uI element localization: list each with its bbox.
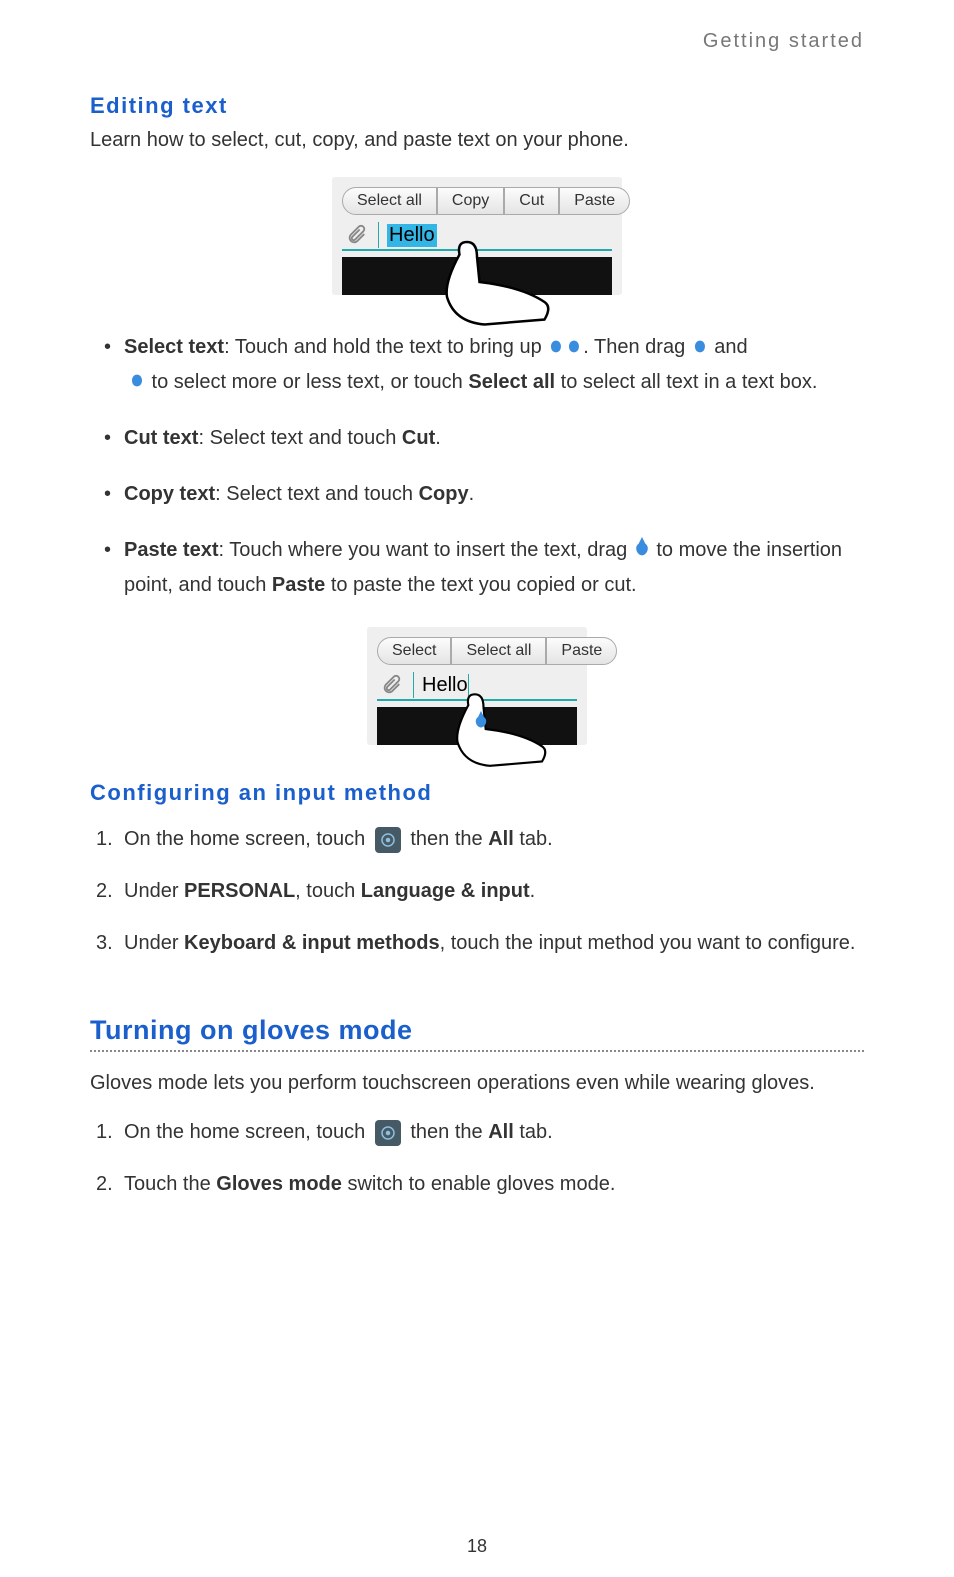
page-number: 18 (0, 1536, 954, 1557)
insertion-handle-icon (473, 711, 489, 734)
bullet-copy-text: Copy text: Select text and touch Copy. (90, 477, 864, 511)
selection-handle-left-icon (691, 331, 709, 365)
bullet-cut-text: Cut text: Select text and touch Cut. (90, 421, 864, 455)
running-header: Getting started (90, 30, 864, 53)
config-step-1: On the home screen, touch then the All t… (90, 822, 864, 856)
gloves-step-2: Touch the Gloves mode switch to enable g… (90, 1167, 864, 1201)
config-step-3: Under Keyboard & input methods, touch th… (90, 926, 864, 960)
config-step-2: Under PERSONAL, touch Language & input. (90, 874, 864, 908)
heading-configuring: Configuring an input method (90, 780, 864, 806)
bullet-select-text: Select text: Touch and hold the text to … (90, 330, 864, 399)
section-divider (90, 1050, 864, 1052)
finger-icon (425, 679, 555, 779)
page: Getting started Editing text Learn how t… (0, 0, 954, 1577)
heading-gloves-mode: Turning on gloves mode (90, 1015, 864, 1046)
settings-icon (375, 1120, 401, 1146)
heading-editing-text: Editing text (90, 93, 864, 119)
figure-1: Select all Copy Cut Paste Hello (90, 177, 864, 295)
bullet-paste-text: Paste text: Touch where you want to inse… (90, 533, 864, 602)
fig2-btn-select: Select (377, 637, 451, 665)
gloves-step-1: On the home screen, touch then the All t… (90, 1115, 864, 1149)
fig1-btn-paste: Paste (559, 187, 630, 215)
finger-icon (410, 227, 560, 337)
fig2-btn-select-all: Select all (451, 637, 546, 665)
selection-handle-right-icon (565, 331, 583, 365)
fig2-btn-paste: Paste (546, 637, 617, 665)
intro-editing-text: Learn how to select, cut, copy, and past… (90, 129, 864, 152)
figure-2: Select Select all Paste Hello (90, 627, 864, 745)
selection-handle-left-icon (547, 331, 565, 365)
fig1-btn-cut: Cut (504, 187, 559, 215)
insertion-handle-icon (633, 534, 651, 568)
paperclip-icon (342, 221, 370, 249)
settings-icon (375, 827, 401, 853)
fig1-btn-select-all: Select all (342, 187, 437, 215)
fig1-btn-copy: Copy (437, 187, 504, 215)
selection-handle-right-icon (128, 365, 146, 399)
paperclip-icon (377, 671, 405, 699)
intro-gloves: Gloves mode lets you perform touchscreen… (90, 1072, 864, 1095)
